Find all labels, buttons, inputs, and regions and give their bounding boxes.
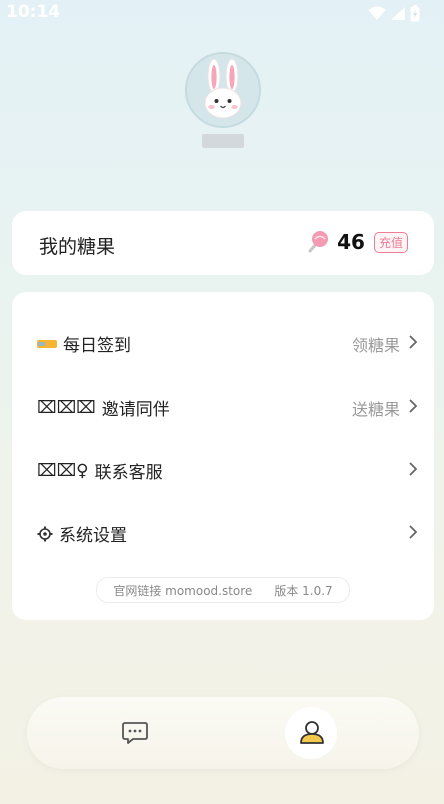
status-icons — [368, 5, 420, 22]
bunny-avatar-icon — [204, 58, 242, 119]
chevron-right-icon — [409, 525, 418, 539]
status-bar: 10:14 — [0, 0, 444, 28]
recharge-button[interactable]: 充值 — [373, 231, 408, 253]
status-time: 10:14 — [6, 2, 61, 22]
user-icon[interactable] — [299, 719, 325, 745]
menu-item-glyphs: ⌧⌧♀ — [37, 460, 89, 481]
menu-item-action: 送糖果 — [351, 400, 400, 419]
signal-icon — [391, 7, 405, 20]
menu-item-action: 领糖果 — [351, 336, 400, 355]
candy-card[interactable]: 我的糖果 46 充值 — [12, 211, 434, 275]
lollipop-icon — [308, 231, 329, 253]
version-label: 版本 1.0.7 — [274, 583, 333, 598]
menu-item-support[interactable]: ⌧⌧♀ 联系客服 — [12, 445, 434, 495]
chevron-right-icon — [409, 399, 418, 413]
menu-card: 每日签到 领糖果 ⌧⌧⌧ 邀请同伴 送糖果 ⌧⌧♀ 联系客服 系统设置 官网链接… — [12, 292, 434, 620]
menu-item-label: 系统设置 — [59, 526, 127, 546]
chat-bubble-icon[interactable] — [122, 721, 148, 745]
menu-item-invite[interactable]: ⌧⌧⌧ 邀请同伴 送糖果 — [12, 382, 434, 432]
username-placeholder — [202, 134, 244, 148]
menu-item-label: 每日签到 — [63, 336, 131, 356]
menu-item-label: 联系客服 — [94, 463, 163, 483]
bottom-nav — [27, 697, 419, 769]
battery-icon — [410, 5, 420, 22]
menu-item-glyphs: ⌧⌧⌧ — [37, 397, 96, 418]
candy-title: 我的糖果 — [39, 236, 116, 258]
gear-icon — [37, 526, 53, 541]
chevron-right-icon — [409, 462, 418, 476]
menu-item-label: 邀请同伴 — [101, 400, 170, 420]
menu-item-settings[interactable]: 系统设置 — [12, 508, 434, 558]
website-link[interactable]: 官网链接 momood.store — [113, 582, 252, 599]
footer-info: 官网链接 momood.store 版本 1.0.7 — [96, 577, 350, 603]
avatar[interactable] — [185, 52, 261, 128]
ticket-icon — [37, 339, 57, 348]
candy-count: 46 — [337, 230, 365, 254]
menu-item-daily-checkin[interactable]: 每日签到 领糖果 — [12, 318, 434, 368]
chevron-right-icon — [409, 335, 418, 349]
candy-balance: 46 充值 — [305, 229, 408, 255]
wifi-icon — [368, 6, 386, 20]
